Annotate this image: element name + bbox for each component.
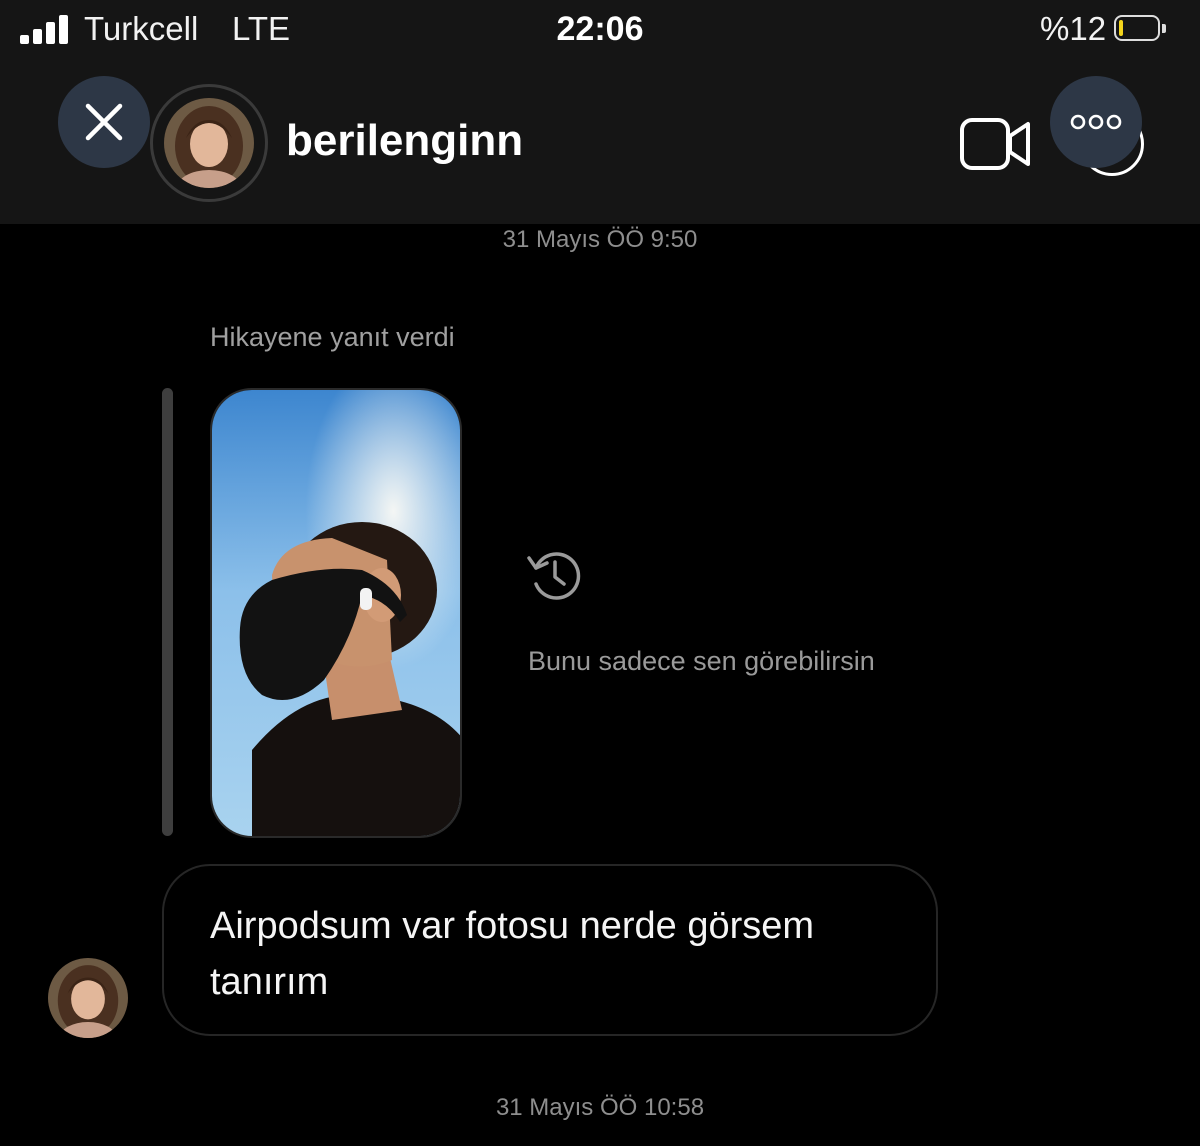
story-thumbnail[interactable] <box>210 388 462 838</box>
history-clock-icon <box>524 544 586 611</box>
avatar[interactable] <box>164 98 254 188</box>
carrier-name: Turkcell <box>84 10 199 47</box>
signal-bars-icon <box>20 14 72 44</box>
network-type: LTE <box>232 10 291 47</box>
close-button[interactable] <box>58 76 150 168</box>
battery-icon <box>1114 15 1168 43</box>
reply-indicator-bar <box>162 388 173 836</box>
avatar[interactable] <box>48 958 128 1038</box>
message-timestamp: 31 Mayıs ÖÖ 10:58 <box>495 1094 705 1121</box>
message-text: Airpodsum var fotosu nerde görsem tanırı… <box>210 905 815 1003</box>
chat-username[interactable]: berilenginn <box>286 116 523 166</box>
more-dots-icon <box>1070 114 1122 130</box>
message-timestamp: 31 Mayıs ÖÖ 9:50 <box>502 226 698 253</box>
battery-percentage: %12 <box>1040 10 1107 47</box>
status-time: 22:06 <box>556 10 644 48</box>
close-icon <box>85 103 123 141</box>
story-expired-notice: Bunu sadece sen görebilirsin <box>528 646 875 676</box>
story-reply-label: Hikayene yanıt verdi <box>210 322 455 352</box>
more-options-button[interactable] <box>1050 76 1142 168</box>
video-camera-icon[interactable] <box>958 114 1032 179</box>
